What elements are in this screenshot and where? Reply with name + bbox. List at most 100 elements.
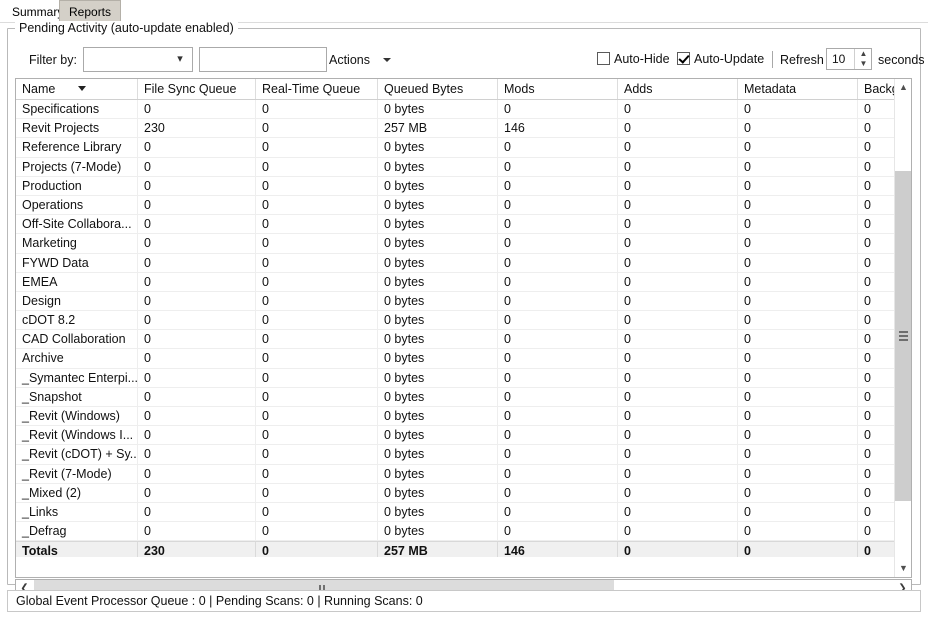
grid-cell-real-time: 0 [256,330,378,350]
table-row[interactable]: _Mixed (2) 0 0 0 bytes 0 0 0 0 [16,483,895,503]
table-row[interactable]: _Revit (Windows) 0 0 0 bytes 0 0 0 0 [16,407,895,427]
table-row[interactable]: FYWD Data 0 0 0 bytes 0 0 0 0 [16,253,895,273]
table-row[interactable]: EMEA 0 0 0 bytes 0 0 0 0 [16,272,895,292]
table-row[interactable]: _Links 0 0 0 bytes 0 0 0 0 [16,502,895,523]
table-row[interactable]: Archive 0 0 0 bytes 0 0 0 0 [16,349,895,369]
table-row[interactable]: _Snapshot 0 0 0 bytes 0 0 0 0 [16,387,895,407]
auto-hide-checkbox-box[interactable] [597,52,610,65]
grid-cell-metadata: 0 [738,234,858,254]
grid-cell-real-time: 0 [256,138,378,158]
status-bar-text: Global Event Processor Queue : 0 | Pendi… [16,594,423,608]
table-row[interactable]: _Defrag 0 0 0 bytes 0 0 0 0 [16,522,895,542]
actions-caret-icon[interactable] [383,58,391,62]
filter-text-input[interactable] [199,47,327,72]
grid-body: Specifications 0 0 0 bytes 0 0 0 0 Revit Project… [16,100,895,557]
grid-cell-adds: 0 [618,195,738,215]
stepper-down-icon[interactable]: ▼ [855,59,872,69]
grid-cell-mods: 0 [498,502,618,522]
table-row[interactable]: CAD Collaboration 0 0 0 bytes 0 0 0 0 [16,330,895,350]
table-row[interactable]: Design 0 0 0 bytes 0 0 0 0 [16,291,895,312]
grid-cell-name: Projects (7-Mode) [16,157,138,177]
grid-cell-background: 0 [858,234,895,254]
grid-cell-mods: 146 [498,119,618,139]
grid-cell-mods: 0 [498,368,618,388]
refresh-interval-stepper[interactable]: 10 ▲ ▼ [826,48,872,70]
grid-cell-file-sync: 0 [138,407,256,426]
grid-cell-adds: 0 [618,176,738,196]
filter-by-select[interactable]: ▾ [83,47,193,72]
tab-reports[interactable]: Reports [59,0,122,23]
grid-cell-queued-bytes: 0 bytes [378,100,498,119]
grid-column-header-label: Adds [624,82,653,96]
table-row[interactable]: Specifications 0 0 0 bytes 0 0 0 0 [16,100,895,120]
grid-cell-adds: 0 [618,522,738,542]
grid-column-header-label: File Sync Queue [144,82,237,96]
table-row[interactable]: cDOT 8.2 0 0 0 bytes 0 0 0 0 [16,311,895,331]
grid-column-header[interactable]: Metadata [738,79,858,99]
table-row[interactable]: _Symantec Enterpi... 0 0 0 bytes 0 0 0 0 [16,368,895,388]
table-row[interactable]: Projects (7-Mode) 0 0 0 bytes 0 0 0 0 [16,157,895,177]
grid-column-header[interactable]: Backgro [858,79,895,99]
vertical-scrollbar-thumb[interactable] [895,171,911,501]
auto-hide-checkbox[interactable]: Auto-Hide [597,52,670,66]
grid-cell-file-sync: 0 [138,464,256,484]
grid-cell-real-time: 0 [256,291,378,311]
scroll-down-icon[interactable]: ▼ [895,560,911,577]
table-row[interactable]: Reference Library 0 0 0 bytes 0 0 0 0 [16,138,895,158]
grid-cell-metadata: 0 [738,215,858,235]
grid-column-header[interactable]: Adds [618,79,738,99]
grid-cell-file-sync: 0 [138,157,256,177]
grid-cell-real-time: 0 [256,368,378,388]
grid-cell-metadata: 0 [738,349,858,369]
table-row[interactable]: Production 0 0 0 bytes 0 0 0 0 [16,176,895,196]
grid-cell-background: 0 [858,445,895,465]
table-row[interactable]: _Revit (7-Mode) 0 0 0 bytes 0 0 0 0 [16,464,895,484]
grid-column-header-label: Mods [504,82,535,96]
grid-totals-row[interactable]: Totals 230 0 257 MB 146 0 0 0 [16,541,895,557]
table-row[interactable]: Off-Site Collabora... 0 0 0 bytes 0 0 0 0 [16,215,895,235]
grid-cell-name: Revit Projects [16,119,138,139]
grid-column-header[interactable]: Mods [498,79,618,99]
scroll-up-icon[interactable]: ▲ [895,79,911,96]
grid-column-header[interactable]: Name [16,79,138,99]
grid-cell-adds: 0 [618,502,738,522]
actions-button[interactable]: Actions [323,50,376,70]
table-row[interactable]: _Revit (Windows I... 0 0 0 bytes 0 0 0 0 [16,426,895,446]
grid-cell-name: _Mixed (2) [16,483,138,503]
grid-column-header-label: Name [22,82,56,96]
vertical-scrollbar[interactable]: ▲ ▼ [894,79,911,577]
stepper-up-icon[interactable]: ▲ [855,49,872,59]
refresh-interval-buttons[interactable]: ▲ ▼ [854,49,871,69]
grid-column-header[interactable]: Real-Time Queue [256,79,378,99]
grid-cell-adds: 0 [618,100,738,119]
grid-cell-background: 0 [858,100,895,119]
grid-cell-file-sync: 0 [138,445,256,465]
auto-update-checkbox[interactable]: Auto-Update [677,52,764,66]
grid-cell-metadata: 0 [738,272,858,292]
grid-column-header[interactable]: Queued Bytes [378,79,498,99]
grid-cell-background: 0 [858,215,895,235]
grid-cell-background: 0 [858,176,895,196]
grid-cell-mods: 0 [498,157,618,177]
grid-cell-real-time: 0 [256,311,378,331]
grid-cell-adds: 0 [618,426,738,446]
grid-cell-real-time: 0 [256,272,378,292]
grid-column-header[interactable]: File Sync Queue [138,79,256,99]
grid-cell-file-sync: 0 [138,253,256,273]
grid-cell-queued-bytes: 0 bytes [378,349,498,369]
auto-update-label: Auto-Update [694,52,765,66]
auto-update-checkbox-box[interactable] [677,52,690,65]
table-row[interactable]: Revit Projects 230 0 257 MB 146 0 0 0 [16,119,895,139]
grid-cell-adds: 0 [618,311,738,331]
grid-cell-real-time: 0 [256,483,378,503]
grid-cell-adds: 0 [618,407,738,426]
toolbar-divider [772,51,773,68]
table-row[interactable]: Marketing 0 0 0 bytes 0 0 0 0 [16,234,895,254]
grid-cell-metadata: 0 [738,100,858,119]
grid-cell-adds: 0 [618,368,738,388]
grid-cell-real-time: 0 [256,234,378,254]
table-row[interactable]: _Revit (cDOT) + Sy... 0 0 0 bytes 0 0 0 0 [16,445,895,465]
grid-cell-metadata: 0 [738,387,858,407]
table-row[interactable]: Operations 0 0 0 bytes 0 0 0 0 [16,195,895,216]
tab-reports-label: Reports [69,5,112,19]
